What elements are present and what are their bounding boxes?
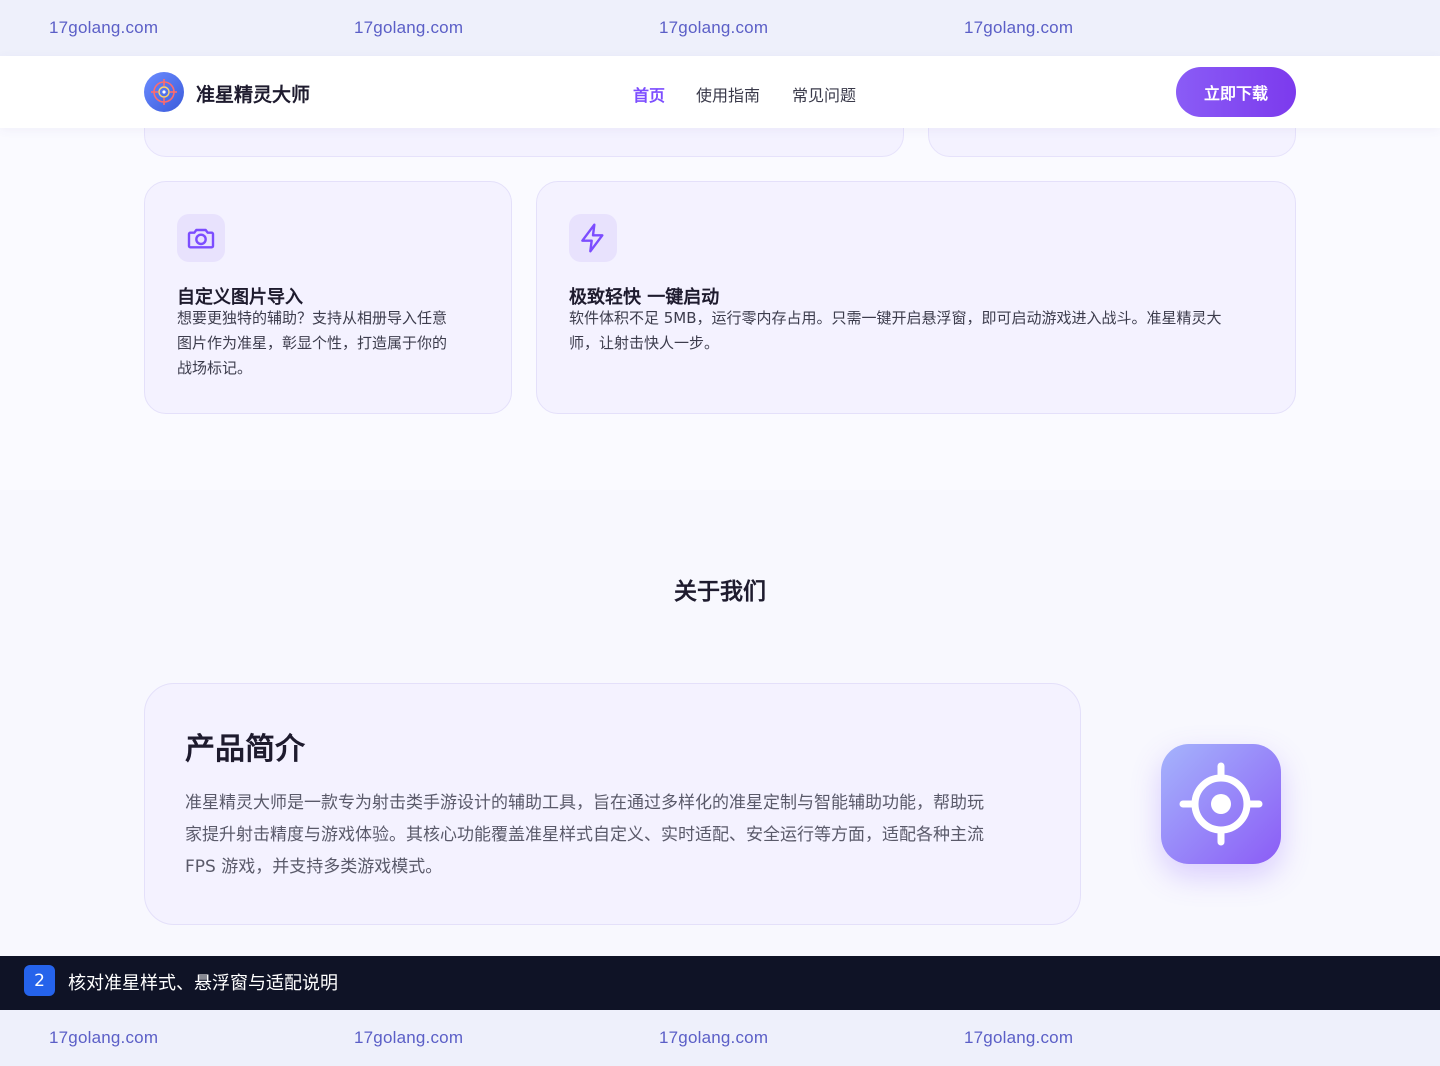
camera-icon: [177, 214, 225, 262]
card-description: 准星精灵大师是一款专为射击类手游设计的辅助工具，旨在通过多样化的准星定制与智能辅…: [185, 787, 1045, 883]
watermark-text: 17golang.com: [354, 1028, 464, 1047]
section-title: 关于我们: [674, 579, 766, 605]
watermark-text: 17golang.com: [964, 1028, 1074, 1047]
feature-description-line: 图片作为准星，彰显个性，打造属于你的: [177, 334, 448, 352]
nav-item-faq[interactable]: 常见问题: [792, 82, 856, 106]
feature-description: 想要更独特的辅助？支持从相册导入任意 图片作为准星，彰显个性，打造属于你的 战场…: [177, 306, 447, 381]
card-description-line: 准星精灵大师是一款专为射击类手游设计的辅助工具，旨在通过多样化的准星定制与智能辅…: [185, 793, 984, 813]
watermark-text: 17golang.com: [49, 18, 159, 37]
card-title: 产品简介: [185, 732, 305, 767]
step-instruction-bar: 2 核对准星样式、悬浮窗与适配说明: [0, 956, 1440, 1010]
watermark-strip-top: 17golang.com 17golang.com 17golang.com 1…: [0, 0, 1440, 56]
watermark-text: 17golang.com: [659, 18, 769, 37]
nav-item-guide[interactable]: 使用指南: [696, 82, 760, 106]
brand-name[interactable]: 准星精灵大师: [196, 80, 310, 107]
watermark-text: 17golang.com: [964, 18, 1074, 37]
lightning-icon: [569, 214, 617, 262]
crosshair-icon: [1161, 744, 1281, 864]
feature-card-lightweight: 极致轻快 一键启动 软件体积不足 5MB，运行零内存占用。只需一键开启悬浮窗，即…: [536, 181, 1296, 414]
watermark-text: 17golang.com: [354, 18, 464, 37]
feature-description-line: 师，让射击快人一步。: [569, 334, 720, 352]
watermark-strip-bottom: 17golang.com 17golang.com 17golang.com 1…: [0, 1010, 1440, 1066]
page: 17golang.com 17golang.com 17golang.com 1…: [0, 0, 1440, 1066]
feature-description-line: 战场标记。: [177, 359, 253, 377]
product-intro-card: 产品简介 准星精灵大师是一款专为射击类手游设计的辅助工具，旨在通过多样化的准星定…: [144, 683, 1081, 925]
download-button[interactable]: 立即下载: [1176, 67, 1296, 117]
site-header: 准星精灵大师 首页 使用指南 常见问题 立即下载: [0, 56, 1440, 128]
feature-card-custom-image: 自定义图片导入 想要更独特的辅助？支持从相册导入任意 图片作为准星，彰显个性，打…: [144, 181, 512, 414]
step-number-badge: 2: [24, 965, 55, 996]
nav-item-home[interactable]: 首页: [633, 82, 665, 106]
watermark-text: 17golang.com: [659, 1028, 769, 1047]
step-instruction-text: 核对准星样式、悬浮窗与适配说明: [68, 973, 338, 994]
logo-icon[interactable]: [144, 72, 184, 112]
card-description-line: 家提升射击精度与游戏体验。其核心功能覆盖准星样式自定义、实时适配、安全运行等方面…: [185, 825, 984, 845]
card-description-line: FPS 游戏，并支持多类游戏模式。: [185, 857, 443, 877]
feature-description-line: 想要更独特的辅助？支持从相册导入任意: [177, 309, 448, 327]
watermark-text: 17golang.com: [49, 1028, 159, 1047]
feature-description: 软件体积不足 5MB，运行零内存占用。只需一键开启悬浮窗，即可启动游戏进入战斗。…: [569, 306, 1222, 356]
feature-description-line: 软件体积不足 5MB，运行零内存占用。只需一键开启悬浮窗，即可启动游戏进入战斗。…: [569, 309, 1222, 327]
